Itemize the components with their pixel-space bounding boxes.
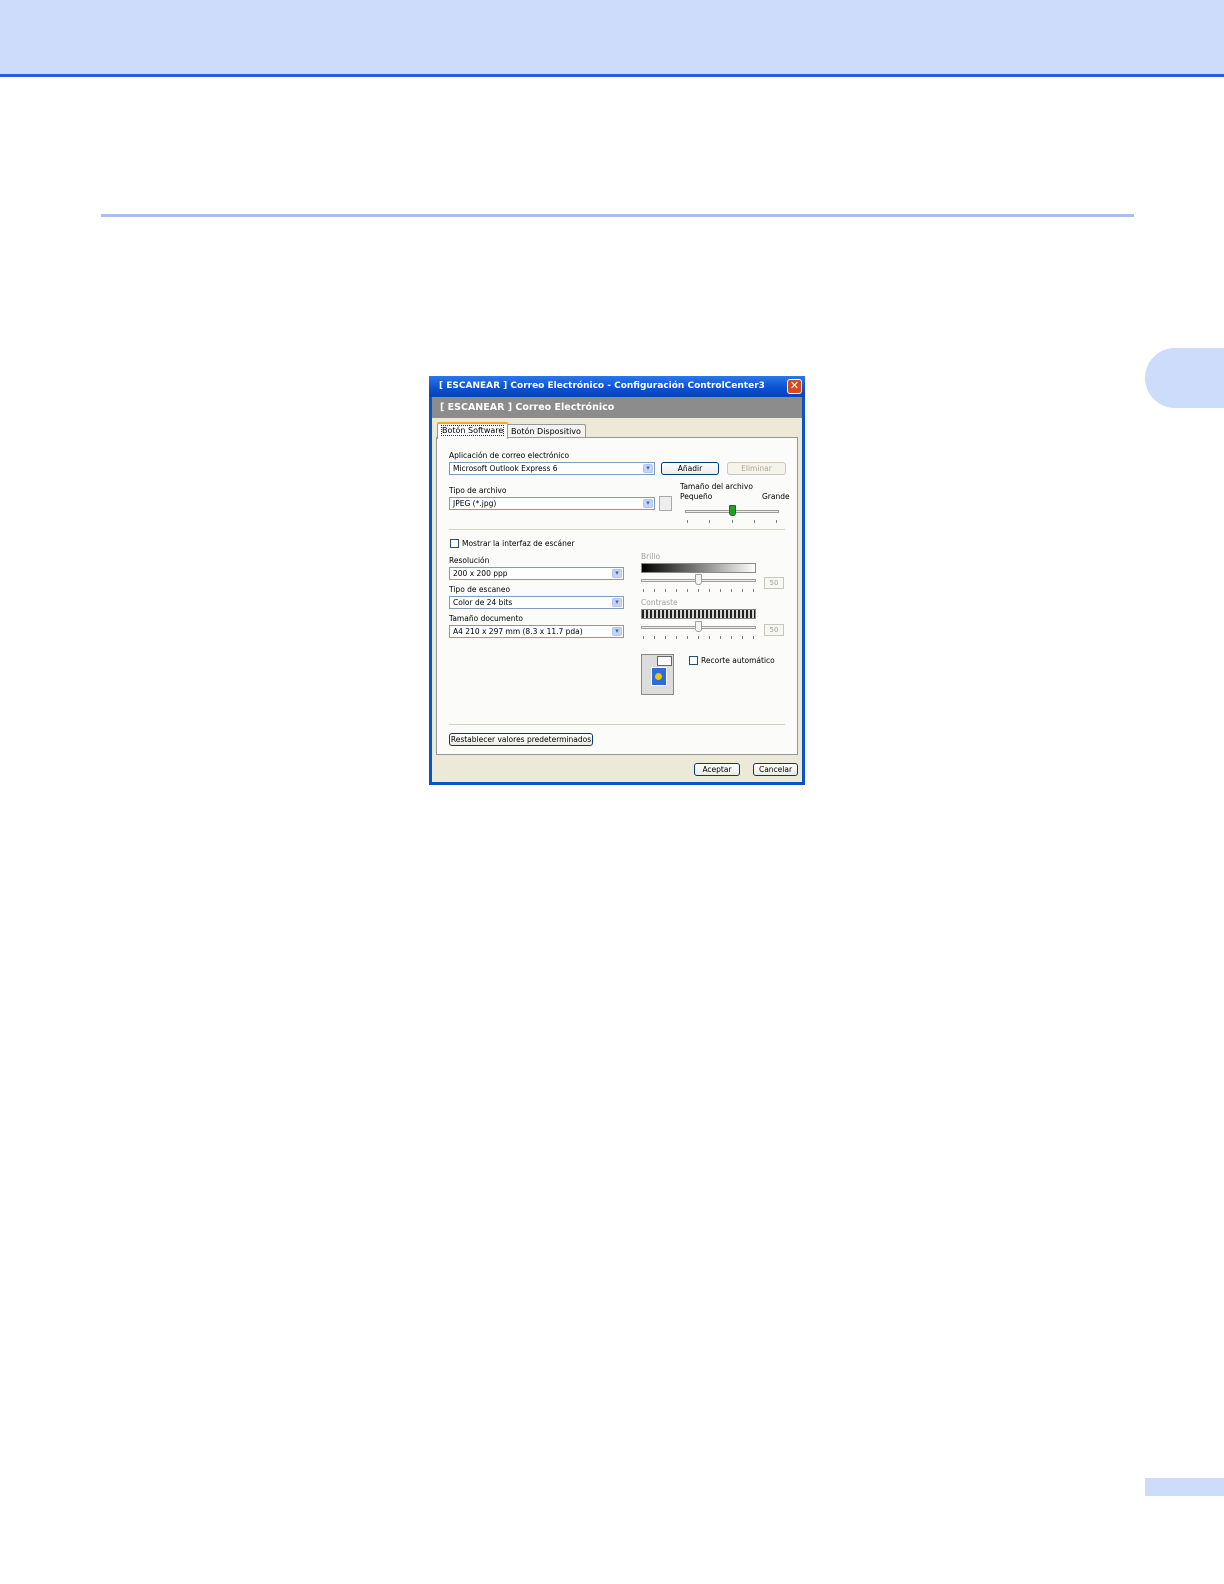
separator bbox=[449, 529, 785, 531]
document-size-value: A4 210 x 297 mm (8.3 x 11.7 pda) bbox=[453, 627, 583, 636]
brightness-gradient bbox=[641, 563, 756, 573]
file-size-label: Tamaño del archivo bbox=[680, 482, 753, 491]
contrast-label: Contraste bbox=[641, 598, 678, 607]
close-icon[interactable]: ✕ bbox=[787, 379, 802, 394]
brightness-ticks bbox=[643, 589, 754, 592]
auto-crop-checkbox[interactable] bbox=[689, 656, 698, 665]
tab-panel: Aplicación de correo electrónico Microso… bbox=[436, 437, 798, 755]
contrast-value-field[interactable]: 50 bbox=[764, 624, 784, 636]
file-type-label: Tipo de archivo bbox=[449, 486, 507, 495]
show-scanner-interface-label: Mostrar la interfaz de escáner bbox=[462, 539, 575, 548]
cancel-button[interactable]: Cancelar bbox=[753, 763, 798, 776]
tab-device-label: Botón Dispositivo bbox=[511, 427, 581, 436]
pdf-settings-icon[interactable] bbox=[659, 496, 672, 511]
page-number-tab bbox=[1145, 1478, 1224, 1496]
email-app-label: Aplicación de correo electrónico bbox=[449, 451, 570, 460]
chevron-down-icon: ▾ bbox=[612, 627, 622, 636]
tab-software-label: Botón Software bbox=[440, 425, 505, 436]
file-type-value: JPEG (*.jpg) bbox=[453, 499, 497, 508]
file-type-select[interactable]: JPEG (*.jpg) ▾ bbox=[449, 497, 655, 510]
scan-type-value: Color de 24 bits bbox=[453, 598, 513, 607]
page-header-band bbox=[0, 0, 1224, 77]
dialog-title: [ ESCANEAR ] Correo Electrónico - Config… bbox=[439, 381, 765, 391]
brightness-label: Brillo bbox=[641, 552, 661, 561]
chapter-side-tab bbox=[1145, 348, 1224, 408]
dialog-client-area: [ ESCANEAR ] Correo Electrónico Botón So… bbox=[432, 397, 802, 782]
add-button[interactable]: Añadir bbox=[661, 462, 719, 475]
file-size-slider-thumb[interactable] bbox=[728, 505, 736, 516]
delete-button[interactable]: Eliminar bbox=[727, 462, 786, 475]
photo-thumbnail-icon bbox=[651, 667, 667, 686]
dialog-header-title: [ ESCANEAR ] Correo Electrónico bbox=[440, 402, 615, 413]
resolution-value: 200 x 200 ppp bbox=[453, 569, 508, 578]
tab-device-button[interactable]: Botón Dispositivo bbox=[506, 424, 586, 438]
contrast-slider-thumb[interactable] bbox=[695, 621, 702, 632]
resolution-select[interactable]: 200 x 200 ppp ▾ bbox=[449, 567, 624, 580]
document-preview-icon bbox=[641, 654, 674, 695]
chevron-down-icon: ▾ bbox=[612, 598, 622, 607]
ok-button[interactable]: Aceptar bbox=[694, 763, 740, 776]
scan-type-select[interactable]: Color de 24 bits ▾ bbox=[449, 596, 624, 609]
chevron-down-icon: ▾ bbox=[643, 464, 653, 473]
dialog-titlebar[interactable]: [ ESCANEAR ] Correo Electrónico - Config… bbox=[429, 376, 805, 397]
chevron-down-icon: ▾ bbox=[612, 569, 622, 578]
show-scanner-interface-checkbox[interactable] bbox=[450, 539, 459, 548]
brightness-slider-thumb[interactable] bbox=[695, 574, 702, 585]
file-size-small-label: Pequeño bbox=[680, 492, 713, 501]
auto-crop-label: Recorte automático bbox=[701, 656, 775, 665]
chevron-down-icon: ▾ bbox=[643, 499, 653, 508]
section-divider bbox=[101, 214, 1134, 217]
scan-type-label: Tipo de escaneo bbox=[449, 585, 511, 594]
document-size-label: Tamaño documento bbox=[449, 614, 523, 623]
file-size-ticks bbox=[687, 520, 777, 523]
resolution-label: Resolución bbox=[449, 556, 490, 565]
crop-badge-icon bbox=[657, 656, 672, 666]
configuration-dialog: [ ESCANEAR ] Correo Electrónico - Config… bbox=[429, 376, 805, 785]
separator bbox=[449, 724, 785, 726]
contrast-pattern bbox=[641, 609, 756, 619]
document-size-select[interactable]: A4 210 x 297 mm (8.3 x 11.7 pda) ▾ bbox=[449, 625, 624, 638]
tab-software-button[interactable]: Botón Software bbox=[437, 422, 509, 439]
file-size-large-label: Grande bbox=[762, 492, 790, 501]
email-app-value: Microsoft Outlook Express 6 bbox=[453, 464, 558, 473]
dialog-header-band: [ ESCANEAR ] Correo Electrónico bbox=[432, 397, 802, 418]
brightness-value-field[interactable]: 50 bbox=[764, 577, 784, 589]
sun-icon bbox=[655, 673, 662, 680]
restore-defaults-button[interactable]: Restablecer valores predeterminados bbox=[449, 733, 593, 746]
contrast-ticks bbox=[643, 636, 754, 639]
email-app-select[interactable]: Microsoft Outlook Express 6 ▾ bbox=[449, 462, 655, 475]
